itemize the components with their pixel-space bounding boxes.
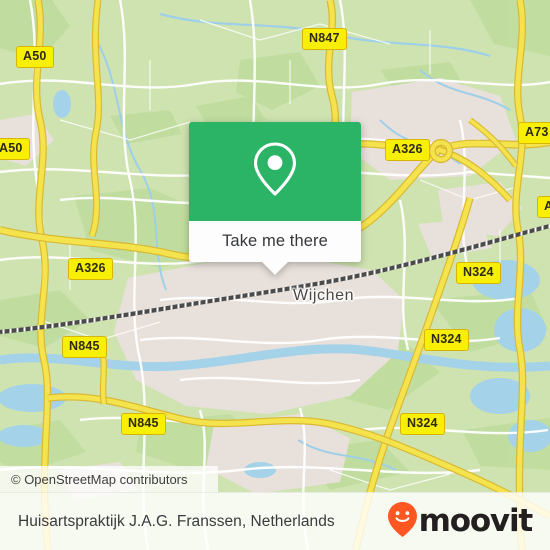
place-label-wijchen: Wijchen	[293, 287, 355, 304]
road-shield-a50: A50	[0, 138, 30, 160]
road-shield-n324: N324	[456, 262, 501, 284]
attribution-text: © OpenStreetMap contributors	[11, 471, 188, 487]
map-attribution[interactable]: © OpenStreetMap contributors	[0, 466, 218, 492]
road-shield-n845: N845	[121, 413, 166, 435]
callout-tail	[262, 262, 288, 275]
road-shield-n845: N845	[62, 336, 107, 358]
road-shield-n847: N847	[302, 28, 347, 50]
take-me-there-label: Take me there	[222, 232, 328, 250]
map-pin-icon	[248, 138, 302, 205]
location-title: Huisartspraktijk J.A.G. Franssen, Nether…	[18, 512, 335, 530]
map-screenshot-root: A50 A50 N847 A326 A73 A73 A326 N324 N845 N324 N845…	[0, 0, 550, 550]
road-shield-a326: A326	[68, 258, 113, 280]
moovit-smiley-pin-icon	[387, 501, 418, 543]
footer-bar: Huisartspraktijk J.A.G. Franssen, Nether…	[0, 492, 550, 550]
road-shield-n324: N324	[400, 413, 445, 435]
moovit-wordmark: moovit	[418, 503, 534, 539]
road-shield-a73: A73	[537, 196, 550, 218]
road-shield-a73: A73	[518, 122, 550, 144]
road-shield-n324: N324	[424, 329, 469, 351]
callout-header	[189, 122, 361, 221]
take-me-there-callout[interactable]: Take me there	[189, 122, 361, 275]
moovit-brand-logo[interactable]: moovit	[387, 501, 534, 543]
road-shield-a326: A326	[385, 139, 430, 161]
callout-body[interactable]: Take me there	[189, 221, 361, 262]
road-shield-a50: A50	[16, 46, 54, 68]
